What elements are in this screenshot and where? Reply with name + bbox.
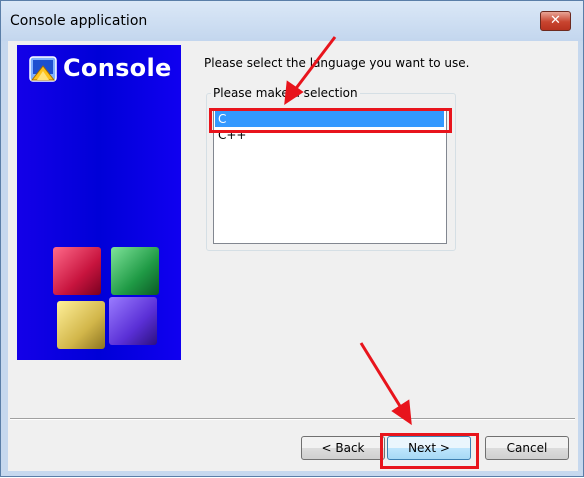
codeblocks-cubes-logo [51,243,163,363]
purple-cube [109,297,157,345]
c-selection-highlight-box [209,108,452,133]
cancel-button[interactable]: Cancel [485,436,569,460]
wizard-sidebar-banner: Console [17,45,181,360]
back-button[interactable]: < Back [301,436,385,460]
red-cube [53,247,101,295]
close-button[interactable]: ✕ [540,11,571,31]
sidebar-title: Console [63,54,172,82]
footer-separator [10,418,575,420]
close-icon: ✕ [550,13,561,28]
yellow-cube [57,301,105,349]
wizard-body: Console Please select the language you w… [8,41,578,471]
instruction-text: Please select the language you want to u… [204,56,470,70]
title-bar[interactable]: Console application ✕ [1,1,583,41]
green-cube [111,247,159,295]
codeblocks-logo-icon [29,56,57,82]
group-label: Please make a selection [211,86,360,100]
next-button-highlight-box [380,433,479,469]
window-title: Console application [10,13,148,29]
wizard-window: Console application ✕ Console Please sel… [0,0,584,477]
